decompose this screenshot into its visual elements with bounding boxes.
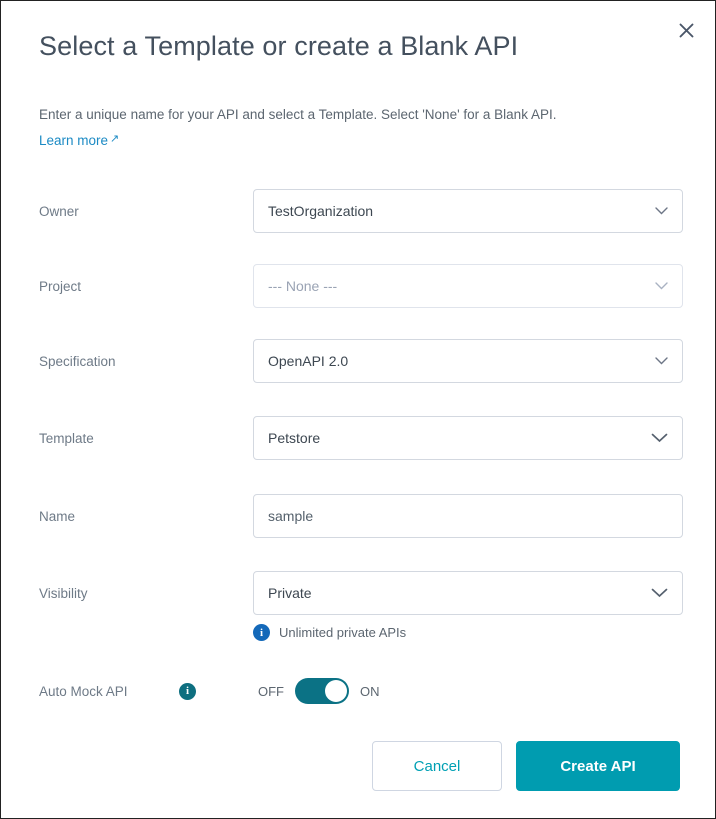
label-owner: Owner bbox=[39, 203, 79, 219]
label-project: Project bbox=[39, 278, 82, 294]
visibility-hint: i Unlimited private APIs bbox=[253, 624, 406, 641]
label-name: Name bbox=[39, 508, 76, 524]
form-row-name: Name sample bbox=[39, 494, 683, 538]
info-icon[interactable]: i bbox=[179, 682, 196, 700]
visibility-hint-text: Unlimited private APIs bbox=[279, 625, 407, 640]
auto-mock-toggle[interactable] bbox=[295, 678, 349, 704]
template-select-value: Petstore bbox=[268, 430, 321, 446]
chevron-down-icon bbox=[655, 357, 668, 365]
label-visibility: Visibility bbox=[39, 585, 88, 601]
cancel-button[interactable]: Cancel bbox=[372, 741, 502, 791]
visibility-select-value: Private bbox=[268, 585, 312, 601]
owner-select[interactable]: TestOrganization bbox=[253, 189, 683, 233]
toggle-off-label: OFF bbox=[258, 683, 284, 699]
form-row-owner: Owner TestOrganization bbox=[39, 189, 683, 233]
create-api-button[interactable]: Create API bbox=[516, 741, 680, 791]
name-input[interactable]: sample bbox=[253, 494, 683, 538]
toggle-knob bbox=[325, 680, 347, 702]
chevron-down-icon bbox=[651, 433, 668, 443]
form-row-visibility: Visibility Private bbox=[39, 571, 683, 615]
label-auto-mock-api: Auto Mock API bbox=[39, 683, 128, 699]
specification-select[interactable]: OpenAPI 2.0 bbox=[253, 339, 683, 383]
label-template: Template bbox=[39, 430, 94, 446]
dialog-description: Enter a unique name for your API and sel… bbox=[39, 107, 557, 122]
label-specification: Specification bbox=[39, 353, 116, 369]
specification-select-value: OpenAPI 2.0 bbox=[268, 353, 349, 369]
dialog-footer: Cancel Create API bbox=[372, 741, 680, 791]
create-api-dialog: Select a Template or create a Blank API … bbox=[0, 0, 716, 819]
owner-select-value: TestOrganization bbox=[268, 203, 374, 219]
learn-more-link[interactable]: Learn more ↗ bbox=[39, 133, 119, 148]
learn-more-label: Learn more bbox=[39, 133, 109, 148]
close-icon-glyph bbox=[679, 23, 693, 37]
info-icon: i bbox=[253, 624, 270, 641]
form-row-template: Template Petstore bbox=[39, 416, 683, 460]
name-input-value: sample bbox=[268, 508, 314, 524]
project-select[interactable]: --- None --- bbox=[253, 264, 683, 308]
external-link-icon: ↗ bbox=[110, 133, 120, 145]
form-row-project: Project --- None --- bbox=[39, 264, 683, 308]
chevron-down-icon bbox=[651, 588, 668, 598]
project-select-value: --- None --- bbox=[268, 278, 338, 294]
chevron-down-icon bbox=[655, 282, 668, 290]
visibility-select[interactable]: Private bbox=[253, 571, 683, 615]
form-row-specification: Specification OpenAPI 2.0 bbox=[39, 339, 683, 383]
chevron-down-icon bbox=[655, 207, 668, 215]
toggle-on-label: ON bbox=[360, 683, 380, 699]
auto-mock-row: Auto Mock API i OFF ON bbox=[39, 676, 380, 706]
page-title: Select a Template or create a Blank API bbox=[39, 31, 519, 61]
auto-mock-toggle-group: OFF ON bbox=[258, 678, 380, 704]
close-icon[interactable] bbox=[673, 17, 699, 43]
template-select[interactable]: Petstore bbox=[253, 416, 683, 460]
